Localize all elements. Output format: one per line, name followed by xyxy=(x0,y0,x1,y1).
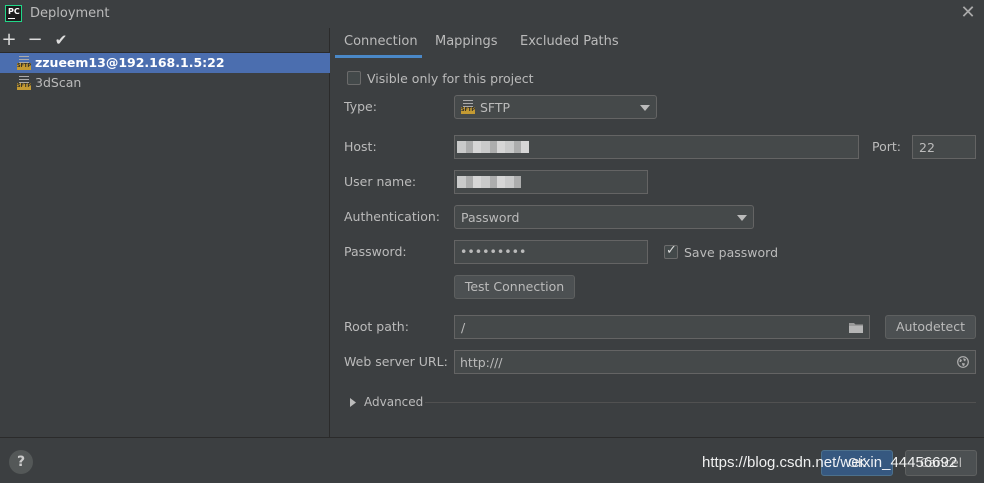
tab-excluded-paths[interactable]: Excluded Paths xyxy=(520,34,619,49)
remove-icon[interactable]: − xyxy=(26,31,44,49)
active-tab-indicator xyxy=(335,55,422,58)
tab-bar: Connection Mappings Excluded Paths xyxy=(331,28,984,58)
server-item-zzueem13[interactable]: SFTP zzueem13@192.168.1.5:22 xyxy=(0,53,330,73)
sftp-icon: SFTP xyxy=(17,56,31,70)
visible-only-checkbox[interactable] xyxy=(347,71,361,85)
authentication-value: Password xyxy=(461,210,520,225)
web-server-url-input[interactable]: http:/// xyxy=(454,350,976,374)
server-item-3dscan[interactable]: SFTP 3dScan xyxy=(0,73,330,93)
visible-only-label: Visible only for this project xyxy=(367,71,534,86)
root-path-input[interactable]: / xyxy=(454,315,870,339)
server-item-label: 3dScan xyxy=(35,75,82,90)
username-input[interactable] xyxy=(454,170,648,194)
username-label: User name: xyxy=(344,174,417,189)
pycharm-logo-icon: PC xyxy=(5,5,22,22)
server-list: SFTP zzueem13@192.168.1.5:22 SFTP 3dScan xyxy=(0,52,330,93)
server-list-panel: + − ✔ SFTP zzueem13@192.168.1.5:22 SFTP … xyxy=(0,28,330,437)
password-label: Password: xyxy=(344,244,407,259)
add-icon[interactable]: + xyxy=(0,31,18,49)
advanced-divider xyxy=(425,402,976,403)
port-input[interactable]: 22 xyxy=(912,135,976,159)
redacted-host xyxy=(457,141,529,153)
advanced-toggle[interactable]: Advanced xyxy=(364,395,423,409)
logo-text: PC xyxy=(8,7,20,16)
autodetect-button[interactable]: Autodetect xyxy=(885,315,976,339)
web-server-url-label: Web server URL: xyxy=(344,354,448,369)
root-path-value: / xyxy=(461,320,466,335)
globe-icon[interactable] xyxy=(957,356,969,368)
root-path-label: Root path: xyxy=(344,319,409,334)
tab-mappings[interactable]: Mappings xyxy=(435,34,498,49)
chevron-down-icon xyxy=(640,105,650,111)
chevron-down-icon xyxy=(737,215,747,221)
host-input[interactable] xyxy=(454,135,859,159)
type-label: Type: xyxy=(344,99,377,114)
test-connection-button[interactable]: Test Connection xyxy=(454,275,575,299)
port-label: Port: xyxy=(872,139,901,154)
host-label: Host: xyxy=(344,139,377,154)
type-dropdown[interactable]: SFTP SFTP xyxy=(454,95,657,119)
web-server-url-value: http:/// xyxy=(460,355,503,370)
server-item-label: zzueem13@192.168.1.5:22 xyxy=(35,55,225,70)
tab-connection[interactable]: Connection xyxy=(344,34,418,49)
window-title: Deployment xyxy=(30,6,110,21)
authentication-label: Authentication: xyxy=(344,209,440,224)
chevron-right-icon[interactable] xyxy=(350,398,356,407)
watermark-text: https://blog.csdn.net/weixin_44456692 xyxy=(702,454,958,471)
save-password-label: Save password xyxy=(684,245,779,260)
sftp-icon: SFTP xyxy=(17,76,31,90)
save-password-checkbox[interactable] xyxy=(664,243,678,259)
redacted-username xyxy=(457,176,521,188)
password-input[interactable]: ••••••••• xyxy=(454,240,648,264)
authentication-dropdown[interactable]: Password xyxy=(454,205,754,229)
sftp-icon: SFTP xyxy=(461,100,475,114)
apply-check-icon[interactable]: ✔ xyxy=(52,31,70,49)
folder-icon[interactable] xyxy=(848,321,864,334)
close-icon[interactable]: ✕ xyxy=(960,4,976,22)
type-value: SFTP xyxy=(480,100,511,115)
help-button[interactable]: ? xyxy=(9,450,33,474)
title-bar xyxy=(0,0,984,28)
